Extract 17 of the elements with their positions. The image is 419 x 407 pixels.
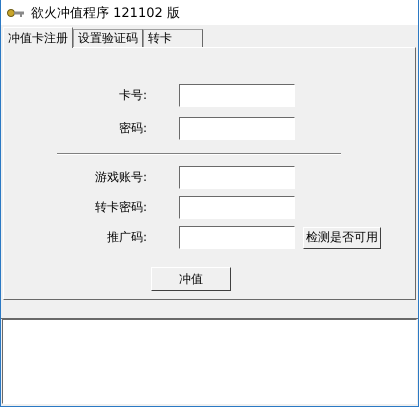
input-field[interactable] <box>179 117 295 140</box>
recharge-button[interactable]: 冲值 <box>151 267 231 291</box>
input-field[interactable] <box>179 226 295 249</box>
field-label: 卡号: <box>118 87 147 104</box>
input-field[interactable] <box>179 196 295 219</box>
tab[interactable]: 转卡 <box>143 29 203 47</box>
field-label: 密码: <box>118 120 147 137</box>
check-button[interactable]: 检测是否可用 <box>303 226 381 248</box>
field-label: 游戏账号: <box>94 169 147 186</box>
field-label: 转卡密码: <box>94 199 147 216</box>
window-title: 欲火冲值程序 121102 版 <box>31 4 180 22</box>
input-field[interactable] <box>179 166 295 189</box>
field-label: 推广码: <box>106 229 147 246</box>
input-field[interactable] <box>179 84 295 107</box>
key-icon <box>7 6 25 18</box>
tab[interactable]: 冲值卡注册 <box>3 27 73 48</box>
tab[interactable]: 设置验证码 <box>73 29 143 47</box>
